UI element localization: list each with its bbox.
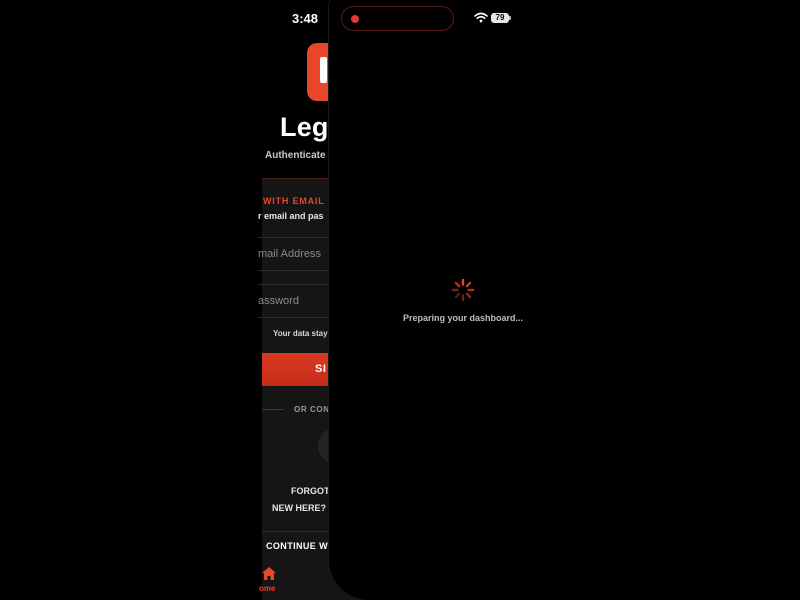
tab-home[interactable]: ome <box>259 566 299 594</box>
forgot-password-link[interactable]: FORGOT <box>291 486 330 496</box>
email-section-hint: r email and pas <box>258 211 324 221</box>
loading-message: Preparing your dashboard... <box>403 313 524 323</box>
loading-spinner-icon <box>451 278 475 302</box>
app-title: Leg <box>280 112 329 142</box>
password-placeholder: assword <box>258 295 299 307</box>
new-here-text: NEW HERE? C <box>272 503 335 513</box>
new-here-label: NEW HERE? <box>272 503 326 513</box>
tab-home-label: ome <box>259 584 276 593</box>
battery-level: 79 <box>495 13 505 22</box>
home-icon <box>262 567 276 580</box>
email-placeholder: mail Address <box>258 248 321 260</box>
email-field[interactable]: mail Address <box>258 237 338 271</box>
continue-without-account-link[interactable]: CONTINUE WI <box>266 541 331 551</box>
password-field[interactable]: assword <box>258 284 338 318</box>
recording-indicator-icon <box>351 15 359 23</box>
battery-icon: 79 <box>491 13 509 23</box>
loading-overlay <box>329 0 629 600</box>
or-continue-label: OR CON <box>294 405 330 414</box>
dynamic-island <box>341 6 454 31</box>
app-subtitle: Authenticate <box>265 150 326 161</box>
email-section-label: WITH EMAIL <box>263 196 325 206</box>
sign-in-label: SI <box>315 363 327 375</box>
wifi-icon <box>474 12 488 23</box>
divider <box>262 409 284 410</box>
status-time: 3:48 <box>292 11 319 26</box>
privacy-note: Your data stay <box>273 329 328 338</box>
